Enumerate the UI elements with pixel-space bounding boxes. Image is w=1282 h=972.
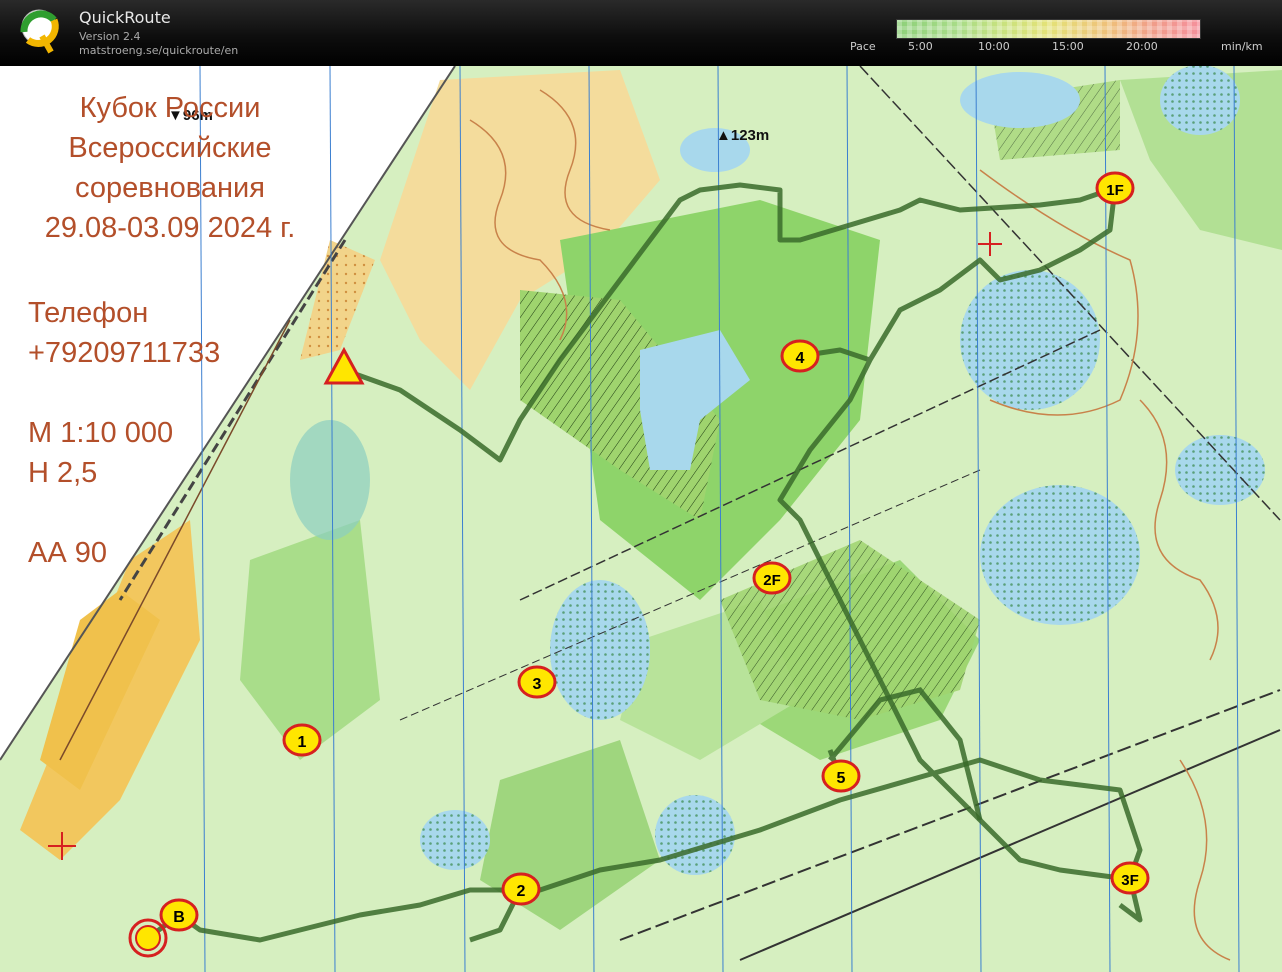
marsh-area (550, 580, 650, 720)
pace-tick: 10:00 (978, 40, 1010, 53)
control-point[interactable]: 2F (752, 561, 792, 595)
event-title-line: соревнования (75, 172, 265, 204)
finish-marker (128, 918, 168, 958)
control-label: 3 (533, 676, 542, 693)
course-class: АА 90 (28, 537, 107, 569)
phone-label: Телефон (28, 297, 149, 329)
pace-label: Pace (850, 40, 876, 53)
marsh-area (1175, 435, 1265, 505)
control-point[interactable]: 1F (1095, 171, 1135, 205)
control-point[interactable]: 2 (501, 872, 541, 906)
map-scale: М 1:10 000 (28, 417, 174, 449)
elevation-high: 123m (731, 127, 769, 144)
phone-number: +79209711733 (28, 337, 221, 369)
event-title: Кубок России Всероссийские соревнования 29.… (0, 88, 340, 248)
control-label: 1F (1106, 182, 1124, 199)
pace-tick: 15:00 (1052, 40, 1084, 53)
control-label: 1 (298, 734, 307, 751)
quickroute-logo (20, 9, 59, 54)
marsh-area (960, 72, 1080, 128)
app-url: matstroeng.se/quickroute/en (79, 44, 239, 57)
pace-tick: 20:00 (1126, 40, 1158, 53)
control-point[interactable]: 1 (282, 723, 322, 757)
control-label: 2F (763, 572, 781, 589)
pace-unit: min/km (1221, 40, 1263, 53)
control-label: 4 (796, 350, 805, 367)
title-bar: QuickRoute Version 2.4 matstroeng.se/qui… (0, 0, 1282, 67)
marsh-area (980, 485, 1140, 625)
app-version: Version 2.4 (79, 30, 141, 43)
event-title-line: 29.08-03.09 2024 г. (44, 212, 296, 244)
marsh-area (1160, 66, 1240, 135)
app-name: QuickRoute (79, 8, 171, 27)
pace-color-scale (896, 19, 1201, 39)
control-label: B (173, 909, 185, 926)
event-title-line: Кубок России (79, 92, 261, 124)
marsh-area (420, 810, 490, 870)
control-point[interactable]: B (159, 898, 199, 932)
contour-interval: Н 2,5 (28, 457, 98, 489)
control-label: 3F (1121, 872, 1139, 889)
event-title-line: Всероссийские (68, 132, 272, 164)
control-point[interactable]: 4 (780, 339, 820, 373)
control-label: 5 (837, 770, 846, 787)
marsh-area (655, 795, 735, 875)
control-point[interactable]: 5 (821, 759, 861, 793)
elevation-high-marker: ▲123m (716, 127, 769, 144)
marsh-area (290, 420, 370, 540)
control-point[interactable]: 3F (1110, 861, 1150, 895)
control-point[interactable]: 3 (517, 665, 557, 699)
pace-tick: 5:00 (908, 40, 933, 53)
control-label: 2 (517, 883, 526, 900)
